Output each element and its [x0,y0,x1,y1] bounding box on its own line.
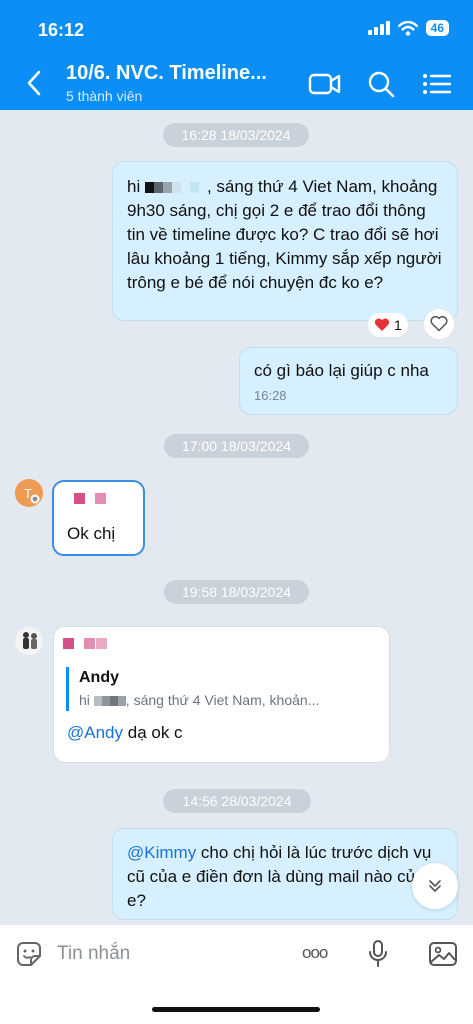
heart-icon [374,318,390,331]
message-text: hi [127,177,145,196]
more-options-icon[interactable]: ooo [302,943,328,963]
menu-list-icon[interactable] [420,68,454,100]
video-call-icon[interactable] [308,68,342,100]
microphone-icon[interactable] [368,939,388,969]
reaction-count: 1 [394,317,402,333]
avatar-image [15,627,43,655]
message-text: , sáng thứ 4 Viet Nam, [206,177,377,196]
message-input[interactable]: Tin nhắn [57,943,130,965]
message-text: có gì báo lại giúp c nha [254,361,429,380]
chat-header: 16:12 46 10/6. NVC. Timeline... 5 thành … [0,0,473,110]
like-button[interactable] [423,308,455,340]
search-icon[interactable] [364,68,398,100]
quoted-author: Andy [79,669,119,686]
scroll-to-bottom-button[interactable] [412,863,458,909]
double-chevron-down-icon [429,880,441,892]
my-message-bubble[interactable]: @Kimmy cho chị hỏi là lúc trước dịch vụ … [112,828,458,920]
quoted-text-end: , sáng thứ 4 Viet Nam, khoản... [125,692,320,708]
image-gallery-icon[interactable] [428,940,458,968]
quoted-text-start: hi [79,692,94,708]
mention-tag[interactable]: @Andy [67,723,123,742]
avatar[interactable]: T [15,479,43,507]
received-message-bubble[interactable]: Ok chị [52,480,145,556]
status-icons: 46 [367,20,449,36]
date-separator: 16:28 18/03/2024 [163,123,309,147]
heart-reaction[interactable]: 1 [368,313,408,337]
message-text: Ok chị [67,524,116,543]
sticker-emoji-icon[interactable] [14,939,44,969]
received-message-bubble[interactable]: Andy hi , sáng thứ 4 Viet Nam, khoản... … [53,626,390,763]
signal-icon [367,21,390,35]
quoted-message[interactable]: Andy hi , sáng thứ 4 Viet Nam, khoản... [66,667,382,711]
message-body: dạ ok c [123,723,183,742]
redacted-sender-name [74,493,85,504]
chat-title[interactable]: 10/6. NVC. Timeline... [66,62,291,85]
date-separator: 19:58 18/03/2024 [164,580,309,604]
my-message-bubble[interactable]: có gì báo lại giúp c nha 16:28 [239,347,458,415]
date-separator: 17:00 18/03/2024 [164,434,309,458]
message-composer: Tin nhắn ooo [0,925,473,1024]
message-list[interactable]: 16:28 18/03/2024 hi , sáng thứ 4 Viet Na… [0,110,473,925]
my-message-bubble[interactable]: hi , sáng thứ 4 Viet Nam, khoảng 9h30 sá… [112,161,458,321]
avatar[interactable] [15,627,43,655]
redacted-sender-name [63,638,74,649]
member-count[interactable]: 5 thành viên [66,88,142,104]
quoted-text: hi , sáng thứ 4 Viet Nam, khoản... [79,691,379,709]
message-text: @Andy dạ ok c [67,721,183,745]
home-indicator [152,1007,320,1012]
mention-tag[interactable]: @Kimmy [127,843,196,862]
date-separator: 14:56 28/03/2024 [163,789,311,813]
back-arrow-icon[interactable] [26,70,42,96]
message-time: 16:28 [254,388,287,403]
redacted-name [144,182,154,194]
status-time: 16:12 [38,20,85,40]
battery-indicator: 46 [425,20,449,36]
wifi-icon [397,20,418,36]
heart-outline-icon [430,316,448,332]
avatar-image: T [15,479,43,507]
